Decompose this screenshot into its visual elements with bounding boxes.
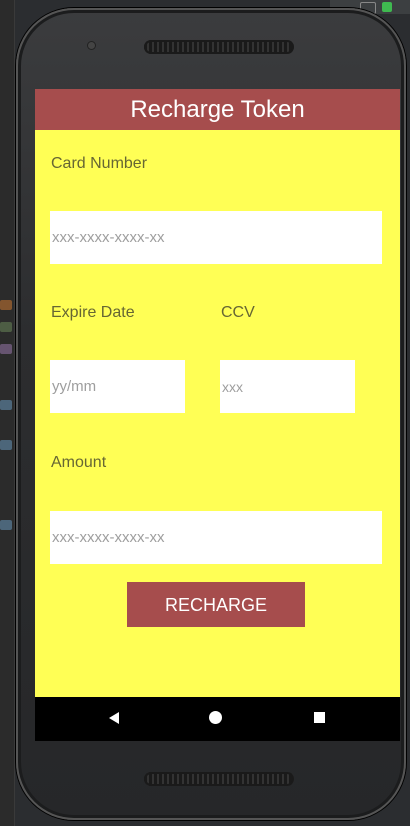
- ide-side-panel: [0, 0, 15, 826]
- ide-marker-icon: [0, 344, 12, 354]
- card-number-field[interactable]: xxx-xxxx-xxxx-xx: [50, 211, 382, 264]
- ide-marker-icon: [0, 520, 12, 530]
- home-icon[interactable]: [209, 711, 222, 724]
- card-number-label: Card Number: [51, 155, 148, 172]
- expire-date-label: Expire Date: [51, 304, 135, 321]
- ccv-label: CCV: [221, 304, 255, 321]
- bottom-speaker: [144, 772, 294, 786]
- amount-field[interactable]: xxx-xxxx-xxxx-xx: [50, 511, 382, 564]
- expire-date-field[interactable]: yy/mm: [50, 360, 185, 413]
- app-screen: Recharge Token Card Number xxx-xxxx-xxxx…: [35, 89, 400, 741]
- ide-marker-icon: [0, 440, 12, 450]
- ide-marker-icon: [0, 300, 12, 310]
- front-camera-icon: [88, 42, 95, 49]
- recents-icon[interactable]: [314, 712, 325, 723]
- recharge-button[interactable]: RECHARGE: [127, 582, 305, 627]
- ccv-field[interactable]: xxx: [220, 360, 355, 413]
- android-icon[interactable]: [382, 2, 392, 12]
- ide-marker-icon: [0, 400, 12, 410]
- top-speaker: [144, 40, 294, 54]
- system-nav-bar: [35, 697, 400, 741]
- back-icon[interactable]: [109, 712, 119, 724]
- ide-marker-icon: [0, 322, 12, 332]
- amount-label: Amount: [51, 454, 107, 471]
- app-title: Recharge Token: [35, 89, 400, 130]
- phone-frame: Recharge Token Card Number xxx-xxxx-xxxx…: [16, 8, 406, 820]
